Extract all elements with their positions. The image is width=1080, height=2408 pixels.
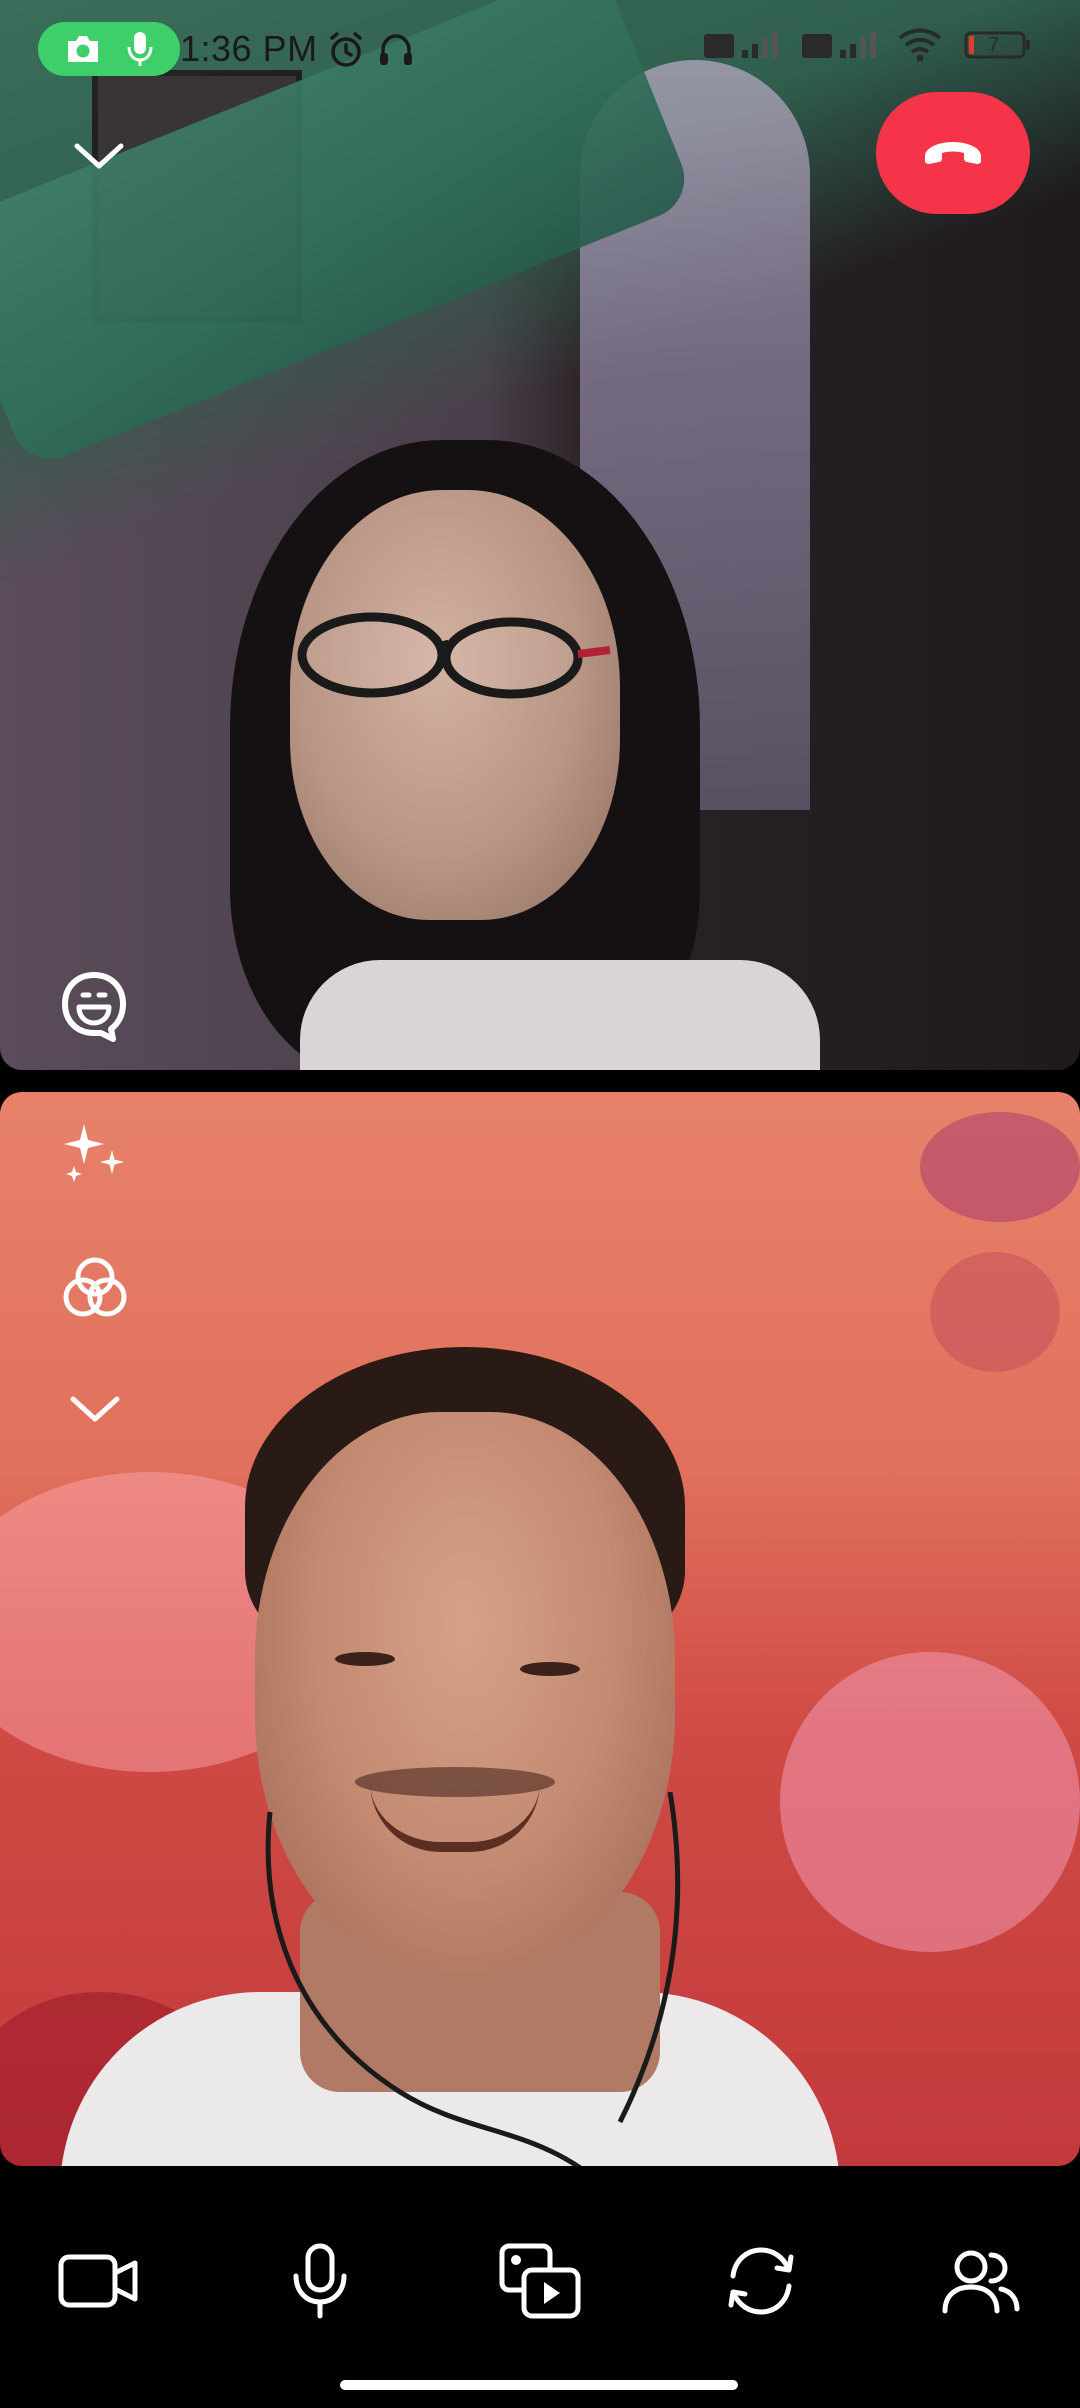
sim-1-signal-icon: [704, 32, 778, 58]
end-call-icon: [925, 142, 981, 164]
toggle-video-button[interactable]: [44, 2226, 154, 2336]
microphone-icon: [293, 2243, 347, 2319]
status-bar: 1:36 PM 7: [0, 0, 1080, 96]
camera-icon: [68, 36, 98, 62]
minimize-call-button[interactable]: [62, 124, 136, 188]
status-time: 1:36 PM: [180, 28, 318, 69]
recording-indicator: [38, 22, 180, 76]
headset-icon: [380, 34, 412, 65]
local-person-eye: [335, 1652, 395, 1666]
chevron-down-icon: [74, 143, 124, 169]
battery-indicator: 7: [964, 30, 1032, 60]
home-indicator[interactable]: [340, 2380, 738, 2390]
wifi-icon: [898, 28, 942, 62]
battery-level: 7: [988, 34, 1000, 56]
microphone-icon: [127, 32, 153, 66]
status-right-icons: 7: [702, 28, 1032, 62]
flip-camera-button[interactable]: [706, 2226, 816, 2336]
flip-camera-icon: [728, 2247, 794, 2315]
toggle-microphone-button[interactable]: [265, 2226, 375, 2336]
collapse-controls-button[interactable]: [50, 1374, 140, 1444]
video-camera-icon: [58, 2254, 138, 2308]
participants-icon: [942, 2250, 1020, 2314]
sticker-button[interactable]: [48, 960, 140, 1052]
participants-button[interactable]: [926, 2226, 1036, 2336]
remote-person-shirt: [300, 960, 820, 1070]
end-call-button[interactable]: [876, 92, 1030, 214]
remote-person-face: [290, 490, 620, 920]
filters-icon: [63, 1257, 127, 1317]
earphone-cable: [265, 1792, 681, 2166]
blanket-flower: [780, 1652, 1080, 1952]
call-toolbar: [0, 2166, 1080, 2408]
local-person-eye: [520, 1662, 580, 1676]
sparkles-icon: [64, 1124, 124, 1182]
alarm-icon: [330, 32, 362, 67]
filters-button[interactable]: [50, 1242, 140, 1332]
share-media-button[interactable]: [485, 2226, 595, 2336]
blanket-flower: [920, 1112, 1080, 1222]
local-video-tile[interactable]: [0, 1092, 1080, 2166]
blanket-flower: [930, 1252, 1060, 1372]
effects-button[interactable]: [50, 1106, 140, 1196]
glasses: [297, 612, 611, 699]
video-call-screen: 1:36 PM 7: [0, 0, 1080, 2408]
chevron-down-icon: [70, 1396, 120, 1422]
sim-2-signal-icon: [802, 32, 876, 58]
media-share-icon: [499, 2243, 581, 2319]
sticker-icon: [62, 972, 126, 1042]
